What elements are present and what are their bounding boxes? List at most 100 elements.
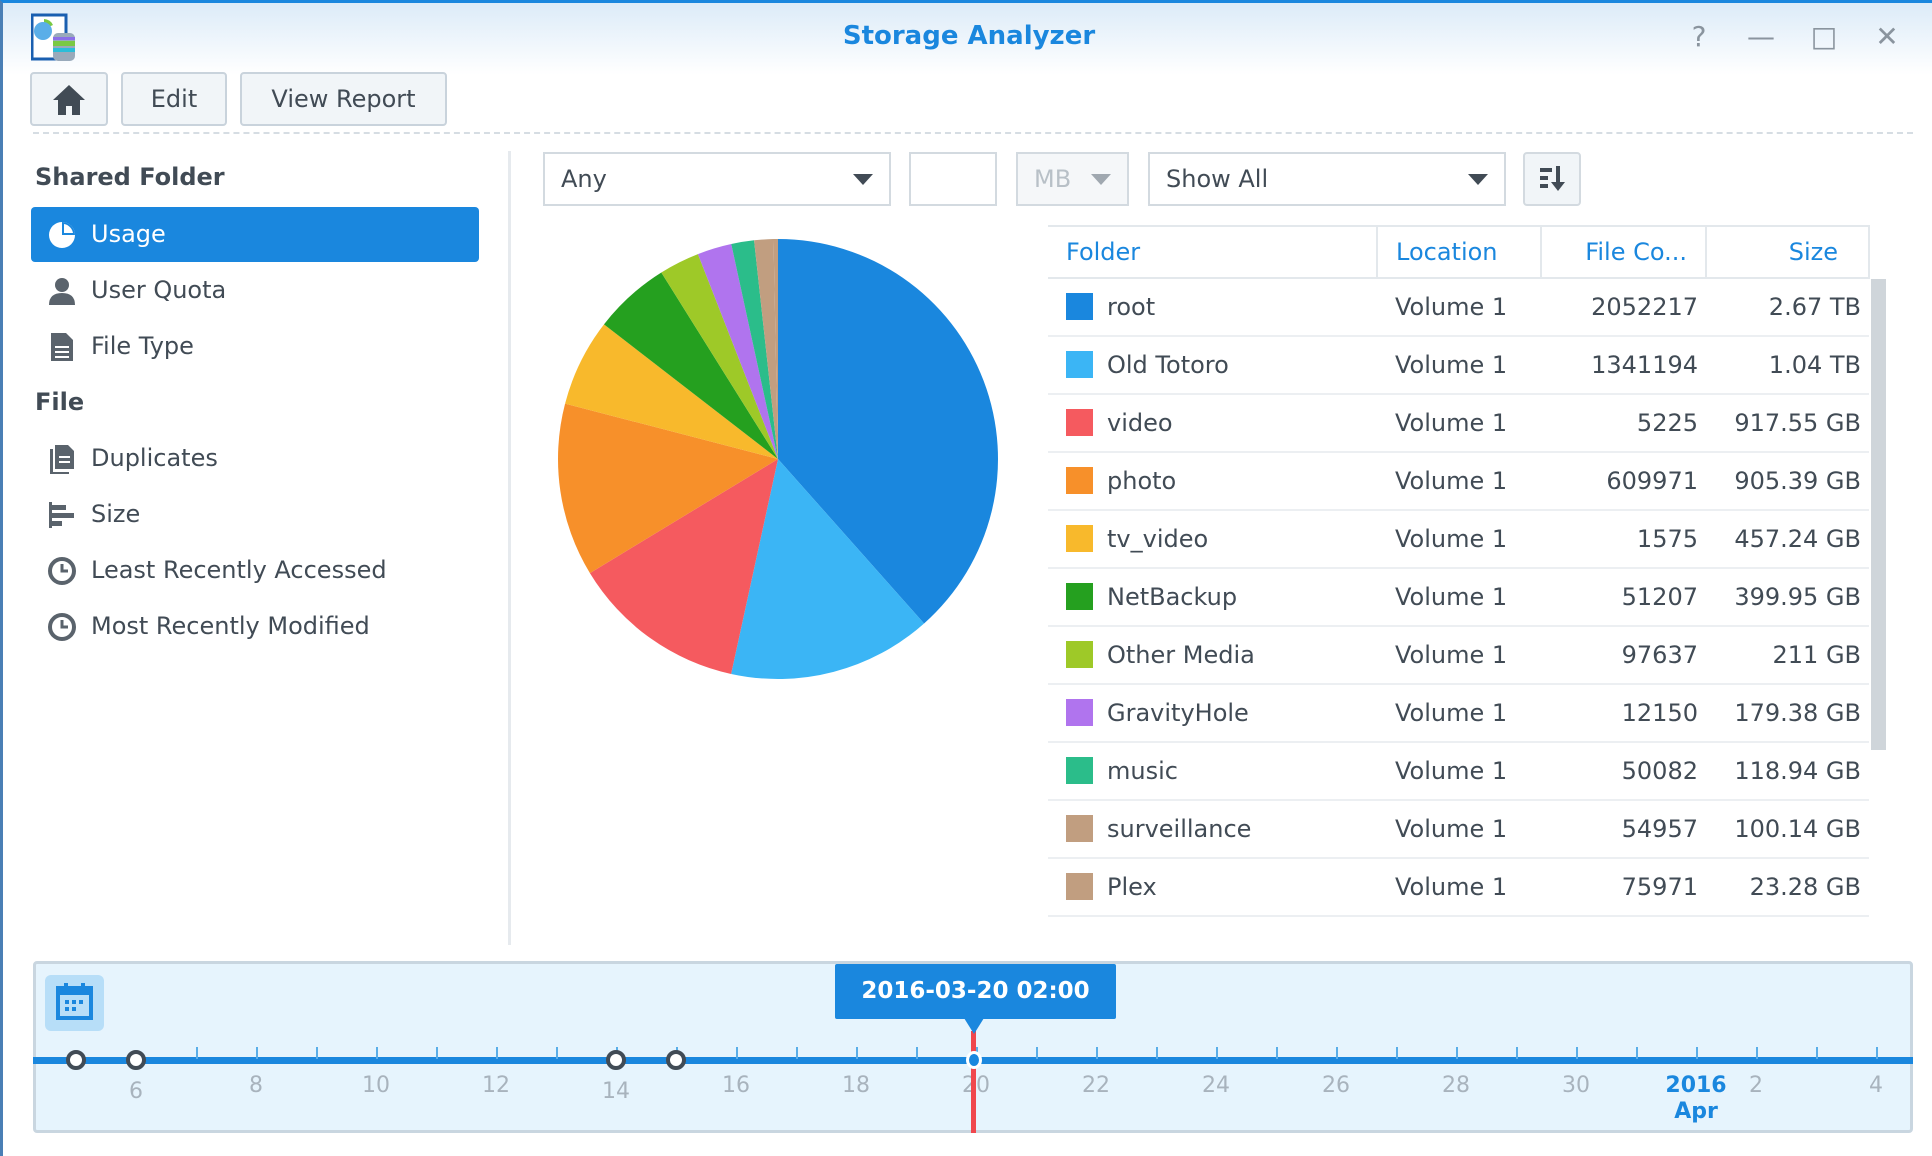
color-swatch bbox=[1066, 757, 1093, 784]
file-count-cell: 75971 bbox=[1541, 858, 1706, 917]
location-cell: Volume 1 bbox=[1377, 452, 1541, 511]
column-header-folder[interactable]: Folder bbox=[1048, 225, 1378, 279]
snapshot-marker[interactable] bbox=[666, 1050, 686, 1070]
maximize-icon[interactable]: □ bbox=[1808, 21, 1840, 53]
location-cell: Volume 1 bbox=[1377, 278, 1541, 337]
file-count-cell: 1341194 bbox=[1541, 336, 1706, 395]
sidebar-item-size[interactable]: Size bbox=[31, 487, 479, 542]
timeline-tick bbox=[856, 1047, 858, 1059]
type-select[interactable]: Any bbox=[543, 152, 891, 206]
sidebar-item-user-quota[interactable]: User Quota bbox=[31, 263, 479, 318]
column-header-size[interactable]: Size bbox=[1706, 225, 1870, 279]
window-title: Storage Analyzer bbox=[842, 21, 1096, 51]
timeline-tick bbox=[1576, 1047, 1578, 1059]
snapshot-marker[interactable] bbox=[126, 1050, 146, 1070]
timeline-tick bbox=[1756, 1047, 1758, 1059]
file-count-cell: 50082 bbox=[1541, 742, 1706, 801]
location-cell: Volume 1 bbox=[1377, 568, 1541, 627]
timeline-tick bbox=[916, 1047, 918, 1059]
column-header-file-count[interactable]: File Co... bbox=[1541, 225, 1707, 279]
table-row[interactable]: Other Media Volume 1 97637 211 GB bbox=[1048, 626, 1869, 685]
sidebar-item-label: Size bbox=[91, 500, 141, 528]
folder-cell: GravityHole bbox=[1048, 684, 1377, 743]
sidebar-item-least-recently-accessed[interactable]: Least Recently Accessed bbox=[31, 543, 479, 598]
clock-icon bbox=[48, 557, 76, 585]
size-cell: 399.95 GB bbox=[1706, 568, 1869, 627]
sort-button[interactable] bbox=[1523, 152, 1581, 206]
size-cell: 211 GB bbox=[1706, 626, 1869, 685]
close-icon[interactable]: ✕ bbox=[1871, 21, 1903, 53]
color-swatch bbox=[1066, 873, 1093, 900]
chevron-down-icon bbox=[1091, 174, 1111, 185]
timeline-tick bbox=[1636, 1047, 1638, 1059]
folder-cell: surveillance bbox=[1048, 800, 1377, 859]
size-input[interactable] bbox=[909, 152, 997, 206]
help-icon[interactable]: ? bbox=[1683, 21, 1715, 53]
section-heading-file: File bbox=[35, 388, 85, 416]
size-cell: 118.94 GB bbox=[1706, 742, 1869, 801]
table-row[interactable]: surveillance Volume 1 54957 100.14 GB bbox=[1048, 800, 1869, 859]
timeline-month-label: Apr bbox=[1674, 1099, 1718, 1124]
file-count-cell: 609971 bbox=[1541, 452, 1706, 511]
timeline-label: 22 bbox=[1082, 1073, 1110, 1098]
timeline-selected-date: 2016-03-20 02:00 bbox=[835, 964, 1116, 1019]
timeline-tick bbox=[1036, 1047, 1038, 1059]
table-row[interactable]: Old Totoro Volume 1 1341194 1.04 TB bbox=[1048, 336, 1869, 395]
timeline-current-handle[interactable] bbox=[966, 1051, 982, 1069]
size-cell: 23.28 GB bbox=[1706, 858, 1869, 917]
show-select[interactable]: Show All bbox=[1148, 152, 1506, 206]
table-scrollbar[interactable] bbox=[1871, 279, 1886, 750]
timeline-label: 28 bbox=[1442, 1073, 1470, 1098]
timeline-label: 24 bbox=[1202, 1073, 1230, 1098]
timeline-tick bbox=[1096, 1047, 1098, 1059]
type-select-value: Any bbox=[561, 165, 607, 193]
timeline-label: 12 bbox=[482, 1073, 510, 1098]
color-swatch bbox=[1066, 699, 1093, 726]
calendar-button[interactable] bbox=[45, 975, 104, 1031]
timeline-tick bbox=[316, 1047, 318, 1059]
size-cell: 905.39 GB bbox=[1706, 452, 1869, 511]
snapshot-marker[interactable] bbox=[606, 1050, 626, 1070]
home-button[interactable] bbox=[30, 72, 108, 126]
minimize-icon[interactable]: — bbox=[1745, 21, 1777, 53]
table-row[interactable]: photo Volume 1 609971 905.39 GB bbox=[1048, 452, 1869, 511]
sidebar-item-file-type[interactable]: File Type bbox=[31, 319, 479, 374]
timeline-label: 2 bbox=[1749, 1073, 1763, 1098]
snapshot-marker[interactable] bbox=[66, 1050, 86, 1070]
location-cell: Volume 1 bbox=[1377, 336, 1541, 395]
table-row[interactable]: root Volume 1 2052217 2.67 TB bbox=[1048, 278, 1869, 337]
duplicate-icon bbox=[50, 445, 74, 474]
column-header-location[interactable]: Location bbox=[1377, 225, 1542, 279]
table-row[interactable]: NetBackup Volume 1 51207 399.95 GB bbox=[1048, 568, 1869, 627]
timeline-tick bbox=[1516, 1047, 1518, 1059]
unit-select[interactable]: MB bbox=[1016, 152, 1129, 206]
document-icon bbox=[51, 333, 73, 361]
folder-name: NetBackup bbox=[1107, 583, 1238, 611]
timeline-tick bbox=[376, 1047, 378, 1059]
timeline-label: 18 bbox=[842, 1073, 870, 1098]
sidebar-item-duplicates[interactable]: Duplicates bbox=[31, 431, 479, 486]
size-cell: 457.24 GB bbox=[1706, 510, 1869, 569]
timeline-label: 14 bbox=[602, 1079, 630, 1104]
sidebar-item-usage[interactable]: Usage bbox=[31, 207, 479, 262]
table-row[interactable]: music Volume 1 50082 118.94 GB bbox=[1048, 742, 1869, 801]
table-row[interactable]: GravityHole Volume 1 12150 179.38 GB bbox=[1048, 684, 1869, 743]
view-report-button[interactable]: View Report bbox=[240, 72, 447, 126]
calendar-icon bbox=[56, 983, 93, 1020]
folder-name: Other Media bbox=[1107, 641, 1255, 669]
folder-name: photo bbox=[1107, 467, 1177, 495]
size-cell: 1.04 TB bbox=[1706, 336, 1869, 395]
timeline-tick bbox=[736, 1047, 738, 1059]
file-count-cell: 2052217 bbox=[1541, 278, 1706, 337]
timeline-tick bbox=[1696, 1047, 1698, 1059]
timeline-tick bbox=[1216, 1047, 1218, 1059]
folder-cell: Plex bbox=[1048, 858, 1377, 917]
table-row[interactable]: tv_video Volume 1 1575 457.24 GB bbox=[1048, 510, 1869, 569]
table-row[interactable]: Plex Volume 1 75971 23.28 GB bbox=[1048, 858, 1869, 917]
timeline-tick bbox=[1156, 1047, 1158, 1059]
timeline-tick bbox=[1876, 1047, 1878, 1059]
table-row[interactable]: video Volume 1 5225 917.55 GB bbox=[1048, 394, 1869, 453]
edit-button[interactable]: Edit bbox=[121, 72, 227, 126]
sidebar-item-most-recently-modified[interactable]: Most Recently Modified bbox=[31, 599, 479, 654]
timeline-label: 10 bbox=[362, 1073, 390, 1098]
